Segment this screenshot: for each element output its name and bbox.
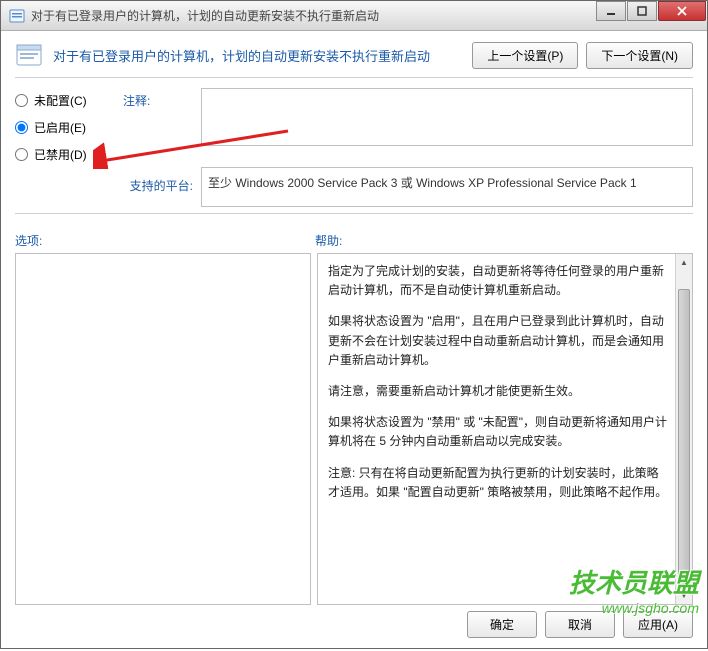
comment-label: 注释:: [123, 88, 193, 109]
scroll-up-icon[interactable]: ▲: [676, 254, 692, 271]
scroll-down-icon[interactable]: ▼: [676, 587, 692, 604]
radio-enabled[interactable]: 已启用(E): [15, 119, 115, 136]
cancel-button[interactable]: 取消: [545, 611, 615, 638]
radio-disabled[interactable]: 已禁用(D): [15, 146, 115, 163]
policy-window-icon: [9, 8, 25, 24]
separator-2: [15, 213, 693, 214]
help-paragraph: 注意: 只有在将自动更新配置为执行更新的计划安装时，此策略才适用。如果 "配置自…: [328, 464, 668, 502]
radio-enabled-label: 已启用(E): [34, 119, 86, 136]
ok-button[interactable]: 确定: [467, 611, 537, 638]
help-paragraph: 如果将状态设置为 "禁用" 或 "未配置"，则自动更新将通知用户计算机将在 5 …: [328, 413, 668, 451]
help-paragraph: 请注意，需要重新启动计算机才能使更新生效。: [328, 382, 668, 401]
window-controls: [596, 1, 707, 30]
minimize-button[interactable]: [596, 1, 626, 21]
scrollbar-thumb[interactable]: [678, 289, 690, 589]
previous-setting-button[interactable]: 上一个设置(P): [472, 42, 578, 69]
options-pane: [15, 253, 311, 605]
window-title: 对于有已登录用户的计算机，计划的自动更新安装不执行重新启动: [31, 7, 596, 24]
next-setting-button[interactable]: 下一个设置(N): [586, 42, 693, 69]
titlebar: 对于有已登录用户的计算机，计划的自动更新安装不执行重新启动: [1, 1, 707, 31]
radio-not-configured-input[interactable]: [15, 94, 28, 107]
help-paragraph: 指定为了完成计划的安装，自动更新将等待任何登录的用户重新启动计算机，而不是自动使…: [328, 262, 668, 300]
comment-textarea[interactable]: [201, 88, 693, 146]
options-content: [16, 254, 310, 604]
separator: [15, 77, 693, 78]
apply-button[interactable]: 应用(A): [623, 611, 693, 638]
policy-icon: [15, 41, 43, 69]
maximize-button[interactable]: [627, 1, 657, 21]
help-paragraph: 如果将状态设置为 "启用"，且在用户已登录到此计算机时，自动更新不会在计划安装过…: [328, 312, 668, 370]
radio-enabled-input[interactable]: [15, 121, 28, 134]
platforms-box: 至少 Windows 2000 Service Pack 3 或 Windows…: [201, 167, 693, 207]
help-pane: 指定为了完成计划的安装，自动更新将等待任何登录的用户重新启动计算机，而不是自动使…: [317, 253, 693, 605]
radio-disabled-input[interactable]: [15, 148, 28, 161]
help-content: 指定为了完成计划的安装，自动更新将等待任何登录的用户重新启动计算机，而不是自动使…: [318, 254, 692, 604]
options-label: 选项:: [15, 232, 315, 249]
radio-not-configured[interactable]: 未配置(C): [15, 92, 115, 109]
help-scrollbar[interactable]: ▲ ▼: [675, 254, 692, 604]
radio-not-configured-label: 未配置(C): [34, 92, 87, 109]
help-label: 帮助:: [315, 232, 693, 249]
policy-title: 对于有已登录用户的计算机，计划的自动更新安装不执行重新启动: [53, 46, 462, 65]
close-button[interactable]: [658, 1, 706, 21]
radio-disabled-label: 已禁用(D): [34, 146, 87, 163]
platforms-label: 支持的平台:: [15, 167, 193, 194]
